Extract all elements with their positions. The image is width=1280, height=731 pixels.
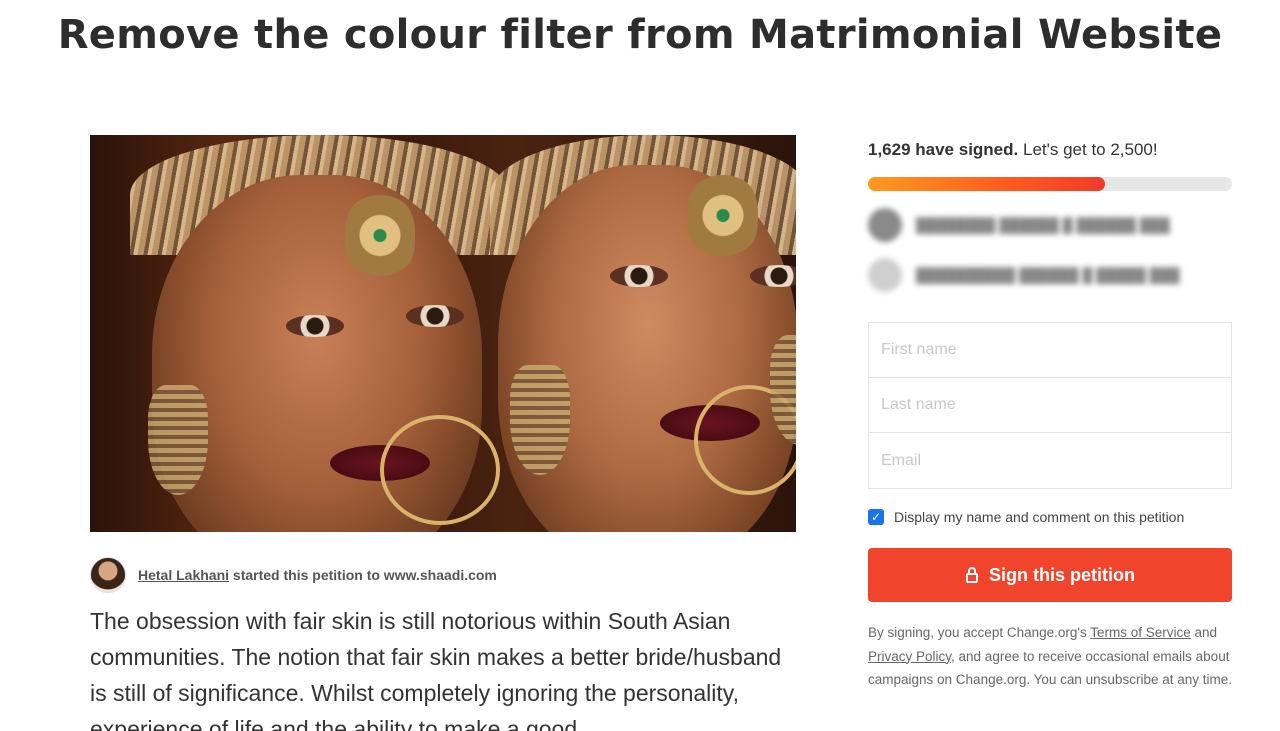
starter-line: Hetal Lakhani started this petition to w…: [138, 567, 497, 583]
recent-signer: ████████ ██████ █ ██████ ███: [868, 208, 1170, 242]
signature-progress-bar: [868, 177, 1232, 191]
nose-ring: [380, 415, 500, 525]
page-title: Remove the colour filter from Matrimonia…: [57, 12, 1223, 58]
signed-count: 1,629 have signed.: [868, 140, 1019, 159]
avatar[interactable]: [90, 557, 126, 593]
legal-and: and: [1194, 625, 1218, 640]
signature-count: 1,629 have signed. Let's get to 2,500!: [868, 140, 1158, 160]
recent-signer: ██████████ ██████ █ █████ ███: [868, 258, 1180, 292]
signer-avatar: [868, 208, 902, 242]
earring: [148, 385, 208, 495]
sign-button-label: Sign this petition: [989, 564, 1135, 585]
maang-tikka-left: [345, 195, 415, 285]
author-link[interactable]: Hetal Lakhani: [138, 567, 229, 583]
goal-text: Let's get to 2,500!: [1022, 140, 1158, 159]
display-name-option: ✓ Display my name and comment on this pe…: [868, 509, 1184, 525]
display-name-label: Display my name and comment on this peti…: [894, 509, 1185, 525]
petition-starter: Hetal Lakhani started this petition to w…: [90, 557, 497, 593]
lock-icon: [965, 567, 979, 583]
petition-image: [90, 135, 796, 532]
signer-avatar: [868, 258, 902, 292]
eye: [406, 305, 464, 327]
maang-tikka-right: [688, 175, 758, 265]
author-action: started this petition to www.shaadi.com: [232, 567, 497, 583]
legal-prefix: By signing, you accept Change.org's: [868, 625, 1087, 640]
eye: [286, 315, 344, 337]
earring: [510, 365, 570, 475]
first-name-field[interactable]: [869, 323, 1231, 378]
signer-text: ████████ ██████ █ ██████ ███: [916, 217, 1170, 233]
eye: [610, 265, 668, 287]
petition-description: The obsession with fair skin is still no…: [90, 608, 782, 731]
display-name-checkbox[interactable]: ✓: [868, 509, 884, 525]
privacy-policy-link[interactable]: Privacy Policy: [868, 649, 951, 664]
last-name-field[interactable]: [869, 378, 1231, 433]
sign-petition-button[interactable]: Sign this petition: [868, 548, 1232, 602]
progress-fill: [868, 177, 1106, 191]
terms-of-service-link[interactable]: Terms of Service: [1090, 625, 1191, 640]
legal-disclaimer: By signing, you accept Change.org's Term…: [868, 621, 1232, 692]
signature-form: [868, 322, 1232, 489]
email-field[interactable]: [869, 433, 1231, 488]
signer-text: ██████████ ██████ █ █████ ███: [916, 267, 1180, 283]
